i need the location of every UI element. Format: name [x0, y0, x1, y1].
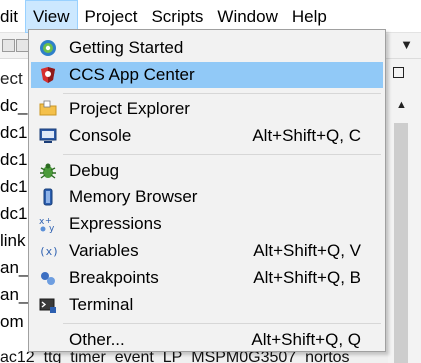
console-icon [39, 128, 57, 143]
list-item[interactable]: om [0, 308, 24, 335]
menu-item-console[interactable]: Console Alt+Shift+Q, C [31, 123, 383, 149]
menu-scripts[interactable]: Scripts [144, 0, 210, 33]
terminal-icon [39, 298, 56, 313]
project-explorer-title: ect [0, 69, 23, 88]
menu-item-label: Other... [69, 330, 125, 349]
menu-item-breakpoints[interactable]: Breakpoints Alt+Shift+Q, B [31, 265, 383, 291]
menu-view[interactable]: View [24, 0, 78, 33]
menu-item-label: Getting Started [69, 38, 184, 57]
getting-started-icon [40, 40, 56, 56]
list-item[interactable]: an_ [0, 281, 28, 308]
view-menu: Getting Started CCS App Center Project E… [28, 29, 386, 352]
editor-pane: ▲ [388, 59, 421, 363]
breakpoints-icon [41, 272, 55, 285]
menu-item-shortcut: Alt+Shift+Q, C [252, 126, 361, 145]
menu-item-label: Variables [69, 241, 139, 260]
chevron-down-icon[interactable]: ▼ [400, 37, 413, 52]
expressions-icon: x + y [39, 216, 55, 233]
menu-item-memory-browser[interactable]: Memory Browser [31, 184, 383, 210]
menu-item-label: Debug [69, 161, 120, 180]
menu-item-ccs-app-center[interactable]: CCS App Center [31, 62, 383, 88]
menu-item-label: Memory Browser [69, 187, 198, 206]
menu-item-label: Expressions [69, 214, 162, 233]
variables-icon: (x) [39, 245, 57, 258]
menu-separator [63, 93, 381, 94]
project-explorer-pane: ect dc_ dc1 dc1 dc1 dc1 link an_ an_ om [0, 59, 30, 363]
debug-icon [40, 163, 56, 179]
scrollbar[interactable] [394, 123, 408, 363]
menu-project[interactable]: Project [78, 0, 145, 33]
app-center-icon [41, 67, 55, 83]
menu-item-shortcut: Alt+Shift+Q, V [253, 241, 361, 260]
menu-item-label: CCS App Center [69, 65, 195, 84]
menu-item-terminal[interactable]: Terminal [31, 292, 383, 318]
menu-window[interactable]: Window [210, 0, 284, 33]
svg-text:y: y [49, 224, 55, 233]
menu-item-expressions[interactable]: x + y Expressions [31, 211, 383, 237]
list-item[interactable]: dc1 [0, 173, 27, 200]
menu-item-shortcut: Alt+Shift+Q, Q [251, 330, 361, 349]
menu-separator [63, 323, 381, 324]
scroll-up-icon[interactable]: ▲ [396, 99, 407, 111]
menu-item-debug[interactable]: Debug [31, 158, 383, 184]
menu-item-label: Breakpoints [69, 268, 159, 287]
menu-item-label: Project Explorer [69, 99, 190, 118]
list-item[interactable]: dc_ [0, 92, 27, 119]
menu-item-other[interactable]: Other... Alt+Shift+Q, Q [31, 327, 383, 353]
folder-icon [39, 100, 57, 116]
menu-item-label: Console [69, 126, 132, 145]
list-item[interactable]: dc1 [0, 200, 27, 227]
list-item[interactable]: an_ [0, 254, 28, 281]
menu-item-variables[interactable]: (x) Variables Alt+Shift+Q, V [31, 238, 383, 264]
menu-item-project-explorer[interactable]: Project Explorer [31, 96, 383, 122]
svg-text:(x): (x) [39, 245, 57, 258]
memory-icon [43, 188, 53, 206]
maximize-icon[interactable] [393, 67, 404, 78]
list-item[interactable]: dc1 [0, 119, 27, 146]
menu-separator [63, 154, 381, 155]
menu-help[interactable]: Help [285, 0, 334, 33]
menu-edit[interactable]: dit [0, 0, 25, 33]
list-item[interactable]: link [0, 227, 26, 254]
menu-item-label: Terminal [69, 295, 134, 314]
menu-item-getting-started[interactable]: Getting Started [31, 35, 383, 61]
list-item[interactable]: dc1 [0, 146, 27, 173]
save-icon[interactable] [2, 39, 15, 52]
menu-item-shortcut: Alt+Shift+Q, B [253, 268, 361, 287]
